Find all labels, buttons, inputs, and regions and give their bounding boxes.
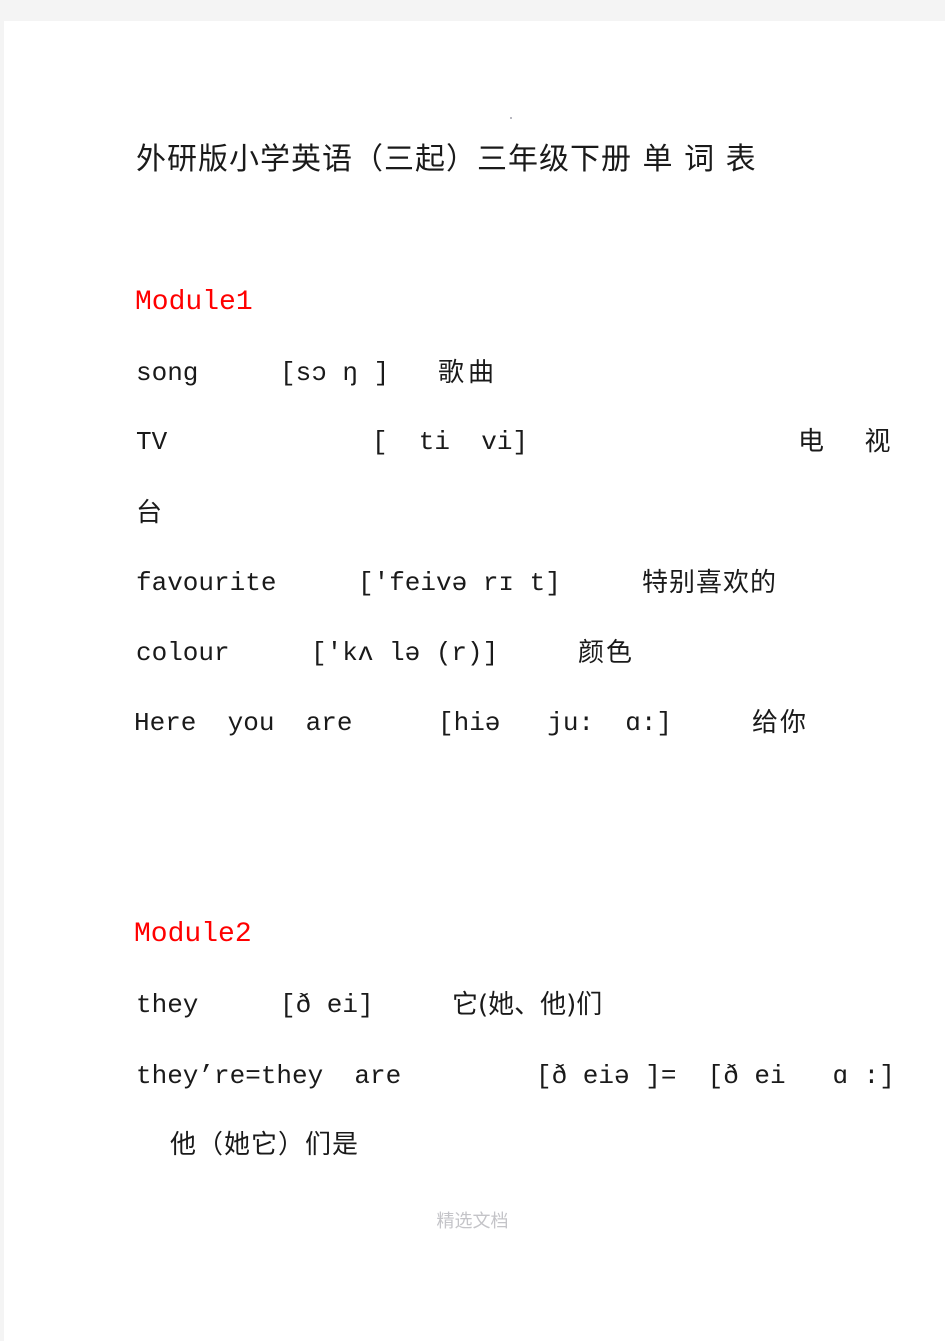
entry-word: Here you are [134,708,353,738]
entry-meaning: 电 视 [798,427,899,457]
entry-word: favourite [136,568,277,598]
entry-meaning: 它(她、他)们 [452,990,603,1020]
module-heading: Module2 [134,919,252,950]
entry-phonetic: [sɔ ŋ ] [280,358,390,388]
entry-meaning: 特别喜欢的 [642,568,778,598]
entry-phonetic: [ ti vi] [372,427,529,457]
document-title: 外研版小学英语（三起）三年级下册 单 词 表 [136,142,757,177]
entry-word: song [136,358,199,388]
entry-meaning: 给你 [752,708,809,738]
entry-word: they’re=they are [136,1061,402,1091]
entry-phonetic: [ð eiə ]= [ð ei ɑ :] [536,1061,895,1091]
entry-word: they [136,990,199,1020]
entry-word: TV [136,427,168,457]
entry-meaning: 他（她它）们是 [170,1130,360,1160]
entry-meaning: 歌曲 [438,358,499,388]
header-dot [510,117,512,119]
entry-phonetic: [hiə ju: ɑ:] [438,708,673,738]
entry-meaning-wrap: 台 [136,498,163,528]
document-page [4,21,945,1341]
entry-phonetic: ['kʌ lə (r)] [311,638,499,668]
module-heading: Module1 [135,287,253,318]
entry-phonetic: ['feivə rɪ t] [358,568,561,598]
entry-meaning: 颜色 [578,638,635,668]
entry-phonetic: [ð ei] [280,990,374,1020]
page-footer: 精选文档 [436,1211,509,1232]
entry-word: colour [136,638,230,668]
